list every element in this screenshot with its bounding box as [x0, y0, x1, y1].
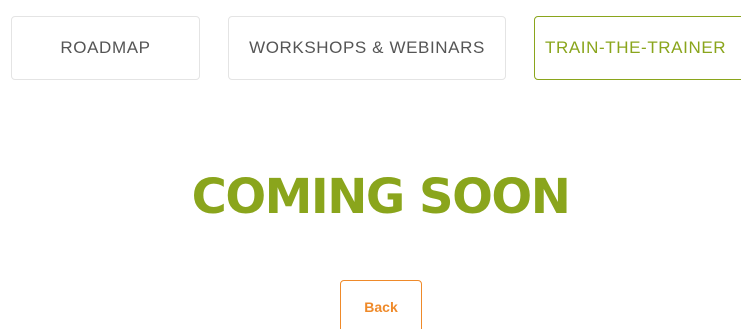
tab-train-the-trainer[interactable]: TRAIN-THE-TRAINER	[534, 16, 741, 80]
tab-roadmap[interactable]: ROADMAP	[11, 16, 200, 80]
page: ROADMAP WORKSHOPS & WEBINARS TRAIN-THE-T…	[0, 0, 741, 329]
tab-workshops-webinars[interactable]: WORKSHOPS & WEBINARS	[228, 16, 506, 80]
coming-soon-heading: COMING SOON	[191, 169, 571, 225]
back-button[interactable]: Back	[340, 280, 422, 329]
